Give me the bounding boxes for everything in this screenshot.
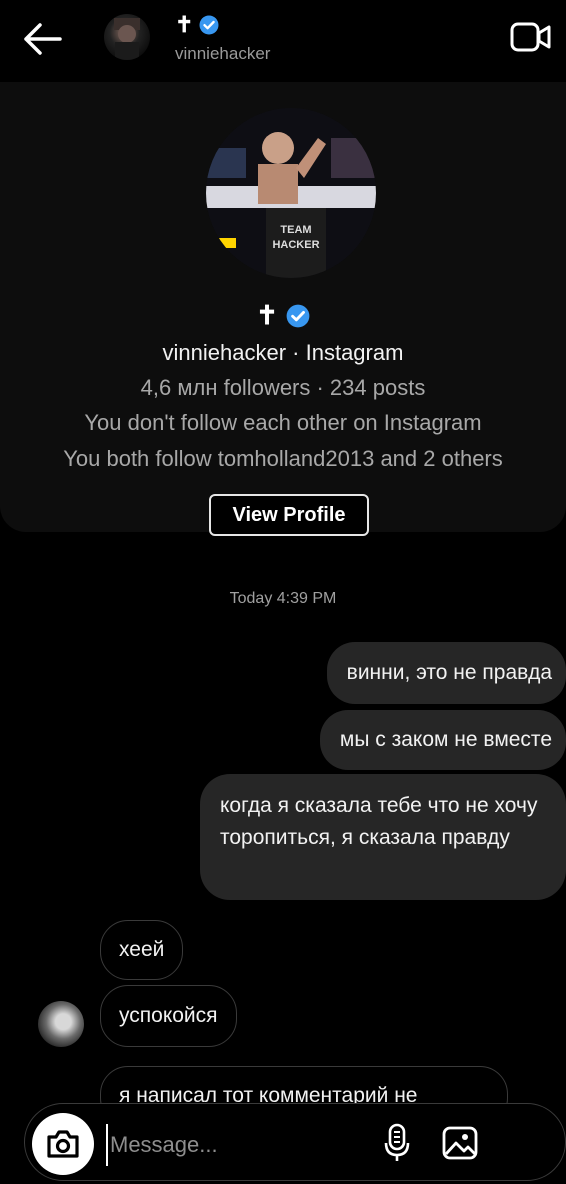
header-cross-symbol: ✝: [175, 12, 194, 37]
svg-text:HACKER: HACKER: [272, 239, 319, 251]
camera-icon: [47, 1130, 79, 1158]
header-avatar[interactable]: [104, 14, 150, 60]
outgoing-message[interactable]: винни, это не правда: [326, 642, 566, 704]
video-call-icon[interactable]: [510, 20, 552, 54]
message-timestamp: Today 4:39 PM: [229, 590, 337, 607]
header-avatar-image: [114, 18, 140, 60]
back-arrow-icon[interactable]: [20, 20, 64, 58]
header-display-name[interactable]: ✝: [175, 12, 219, 38]
message-input[interactable]: [106, 1124, 372, 1166]
profile-avatar[interactable]: TEAM HACKER: [206, 108, 376, 278]
profile-photo: TEAM HACKER: [206, 108, 376, 278]
profile-stats: 4,6 млн followers · 234 posts: [140, 375, 426, 400]
profile-title: vinniehacker · Instagram: [162, 340, 404, 365]
profile-cross-symbol: ✝: [256, 300, 278, 330]
outgoing-message[interactable]: мы с заком не вместе: [319, 710, 566, 770]
microphone-icon[interactable]: [384, 1123, 410, 1163]
follow-status: You don't follow each other on Instagram: [84, 410, 482, 435]
verified-badge-icon: [286, 304, 310, 327]
profile-display-name: ✝: [0, 300, 566, 331]
outgoing-message[interactable]: когда я сказала тебе что не хочу торопит…: [200, 774, 566, 900]
sender-avatar[interactable]: [38, 1001, 84, 1047]
gallery-icon[interactable]: [442, 1126, 478, 1160]
incoming-message[interactable]: хеей: [100, 920, 184, 980]
view-profile-button[interactable]: View Profile: [209, 494, 369, 536]
header-username[interactable]: vinniehacker: [175, 44, 270, 64]
mutual-followers: You both follow tomholland2013 and 2 oth…: [63, 446, 503, 471]
camera-button[interactable]: [32, 1113, 94, 1175]
incoming-message[interactable]: успокойся: [100, 985, 237, 1047]
verified-badge-icon: [199, 15, 219, 35]
svg-text:TEAM: TEAM: [280, 224, 311, 236]
